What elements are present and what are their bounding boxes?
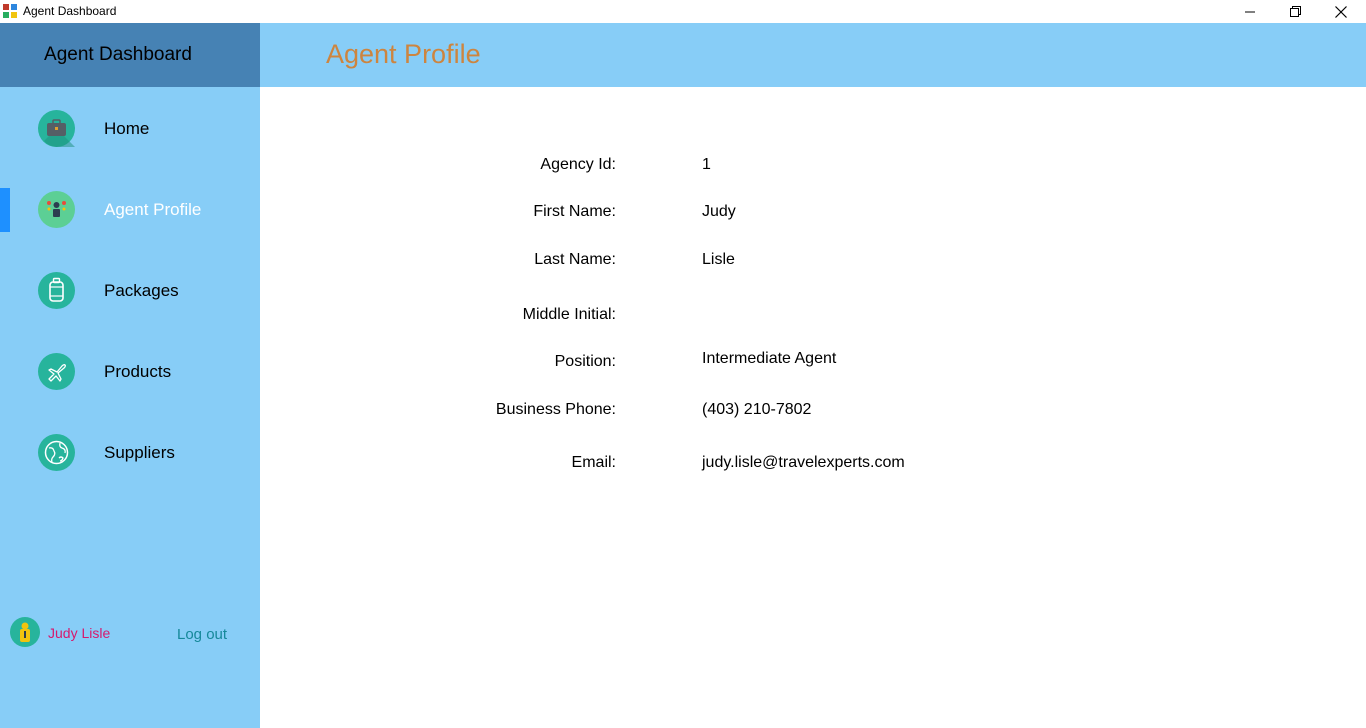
sidebar-header: Agent Dashboard: [0, 23, 260, 87]
email-label: Email:: [571, 454, 616, 471]
airplane-icon: [38, 353, 75, 390]
business-phone-value: (403) 210-7802: [702, 401, 812, 418]
sidebar-item-label: Products: [104, 362, 172, 381]
page-title: Agent Profile: [326, 39, 481, 69]
sidebar: Agent Dashboard Home Agent Profile Packa…: [0, 23, 260, 728]
page-header: Agent Profile: [260, 23, 1366, 87]
business-phone-label: Business Phone:: [495, 401, 616, 418]
agency-id-value: 1: [702, 156, 711, 173]
restore-button[interactable]: [1272, 0, 1318, 23]
sidebar-item-packages[interactable]: Packages: [0, 272, 260, 332]
agent-icon: [38, 191, 75, 228]
close-button[interactable]: [1318, 0, 1364, 23]
sidebar-item-label: Agent Profile: [104, 200, 202, 219]
first-name-value: Judy: [702, 203, 736, 220]
position-label: Position:: [554, 353, 616, 370]
sidebar-item-label: Packages: [104, 281, 179, 300]
profile-panel: Agency Id: 1 First Name: Judy Last Name:…: [260, 87, 1366, 728]
sidebar-item-label: Home: [104, 119, 150, 138]
restore-icon: [1289, 6, 1301, 17]
sidebar-title: Agent Dashboard: [44, 44, 192, 65]
avatar: [10, 617, 40, 647]
suitcase-icon: [38, 272, 75, 309]
logout-link[interactable]: Log out: [177, 626, 227, 643]
sidebar-item-products[interactable]: Products: [0, 353, 260, 413]
sidebar-item-label: Suppliers: [104, 443, 175, 462]
close-icon: [1335, 5, 1347, 18]
position-value: Intermediate Agent: [702, 350, 837, 367]
window-titlebar: Agent Dashboard: [0, 0, 1366, 23]
first-name-label: First Name:: [533, 203, 616, 220]
user-name: Judy Lisle: [48, 625, 111, 641]
sidebar-item-home[interactable]: Home: [0, 110, 260, 170]
last-name-value: Lisle: [702, 251, 735, 268]
sidebar-item-agent-profile[interactable]: Agent Profile: [0, 191, 260, 251]
agency-id-label: Agency Id:: [540, 156, 616, 173]
email-value: judy.lisle@travelexperts.com: [702, 454, 905, 471]
sidebar-item-suppliers[interactable]: Suppliers: [0, 434, 260, 494]
middle-initial-label: Middle Initial:: [522, 306, 616, 323]
briefcase-icon: [38, 110, 75, 147]
minimize-button[interactable]: [1227, 0, 1273, 23]
minimize-icon: [1245, 11, 1255, 12]
last-name-label: Last Name:: [534, 251, 616, 268]
window-title: Agent Dashboard: [23, 4, 117, 18]
globe-icon: [38, 434, 75, 471]
app-icon: [3, 4, 17, 18]
